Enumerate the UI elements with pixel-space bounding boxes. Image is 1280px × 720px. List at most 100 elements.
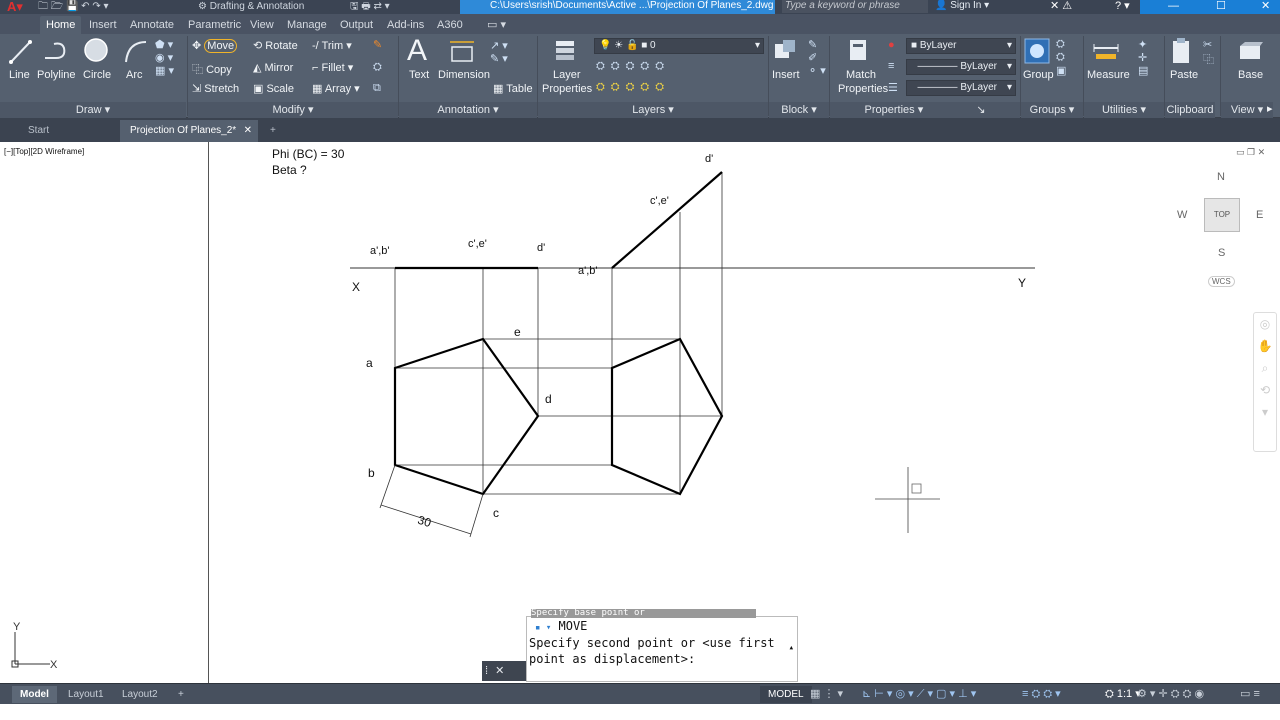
- search-input[interactable]: Type a keyword or phrase: [782, 0, 928, 13]
- tab-model[interactable]: Model: [12, 686, 57, 703]
- viewcube-top-face[interactable]: TOP: [1204, 198, 1240, 232]
- block-panel-title[interactable]: Block ▾: [769, 102, 829, 118]
- quick-access-toolbar[interactable]: 🗀 🗁 💾 ↶ ↷ ▾: [38, 0, 109, 14]
- fillet-button[interactable]: ⌐ Fillet ▾: [312, 61, 353, 74]
- exchange-icon[interactable]: ✕ ⚠: [1050, 0, 1072, 14]
- group-icon[interactable]: [1023, 37, 1051, 65]
- tab-drawing[interactable]: Projection Of Planes_2* ✕: [120, 120, 258, 142]
- tab-home[interactable]: Home: [40, 16, 82, 34]
- circle-button[interactable]: Circle: [83, 69, 111, 81]
- utilities-panel-title[interactable]: Utilities ▾: [1084, 102, 1164, 118]
- linetype-dropdown[interactable]: ———— ByLayer ▾: [906, 59, 1016, 75]
- layers-panel-title[interactable]: Layers ▾: [538, 102, 768, 118]
- utility-tools-icons[interactable]: ✦ ✛ ▤: [1138, 38, 1148, 77]
- line-icon[interactable]: [8, 38, 32, 66]
- insert-button[interactable]: Insert: [772, 69, 800, 81]
- viewcube-west[interactable]: W: [1177, 209, 1187, 221]
- layer-properties-icon[interactable]: [553, 37, 579, 65]
- tab-a360[interactable]: A360: [437, 16, 463, 34]
- polyline-button[interactable]: Polyline: [37, 69, 76, 81]
- tab-layout1[interactable]: Layout1: [60, 686, 112, 703]
- offset-icon[interactable]: ⧉: [373, 82, 381, 95]
- drawing-canvas[interactable]: [−][Top][2D Wireframe] Y X ▭ ❐ ✕ Phi (BC…: [0, 142, 1280, 683]
- color-dropdown[interactable]: ■ ByLayer ▾: [906, 38, 1016, 54]
- close-command-icon[interactable]: ✕: [495, 665, 504, 677]
- base-view-icon[interactable]: [1237, 40, 1263, 62]
- insert-block-icon[interactable]: [772, 38, 800, 66]
- text-icon[interactable]: A: [407, 34, 427, 68]
- quick-access-extra[interactable]: 🖫 🖶 ⇄ ▾: [350, 0, 390, 14]
- clipboard-tools-icons[interactable]: ✂ ⿻: [1203, 38, 1214, 67]
- command-expand-icon[interactable]: ▴: [789, 643, 794, 653]
- measure-button[interactable]: Measure: [1087, 69, 1130, 81]
- base-button[interactable]: Base: [1238, 69, 1263, 81]
- table-button[interactable]: ▦ Table: [493, 82, 533, 95]
- sign-in-button[interactable]: 👤 Sign In ▾: [935, 0, 989, 14]
- maximize-icon[interactable]: ☐: [1216, 0, 1226, 14]
- dimension-button[interactable]: Dimension: [438, 69, 490, 81]
- close-tab-icon[interactable]: ✕: [244, 120, 252, 142]
- arc-button[interactable]: Arc: [126, 69, 143, 81]
- layer-dropdown[interactable]: 💡 ☀ 🔓 ■ 0 ▾: [594, 38, 764, 54]
- ribbon-options-icon[interactable]: ▭ ▾: [487, 16, 506, 34]
- leader-icon[interactable]: ↗ ▾ ✎ ▾: [490, 39, 508, 65]
- layer-properties-button[interactable]: Layer: [553, 69, 581, 81]
- customize-status-icon[interactable]: ▭ ≡: [1240, 687, 1260, 700]
- ribbon-scroll-icon[interactable]: ▸: [1267, 102, 1273, 115]
- viewcube-south[interactable]: S: [1218, 247, 1225, 259]
- annotation-panel-title[interactable]: Annotation ▾: [399, 102, 537, 118]
- annotation-scale[interactable]: ⛭ 1:1 ▾: [1105, 687, 1141, 701]
- group-button[interactable]: Group: [1023, 69, 1054, 81]
- clipboard-panel-title[interactable]: Clipboard: [1165, 102, 1215, 118]
- group-tools-icons[interactable]: ⛭ ⛭ ▣: [1056, 38, 1066, 77]
- tab-addins[interactable]: Add-ins: [387, 16, 424, 34]
- tab-manage[interactable]: Manage: [287, 16, 327, 34]
- block-tools-icons[interactable]: ✎ ✐ ⚬ ▾: [808, 38, 826, 77]
- tab-insert[interactable]: Insert: [89, 16, 117, 34]
- layer-tools-icons[interactable]: ⛭⛭⛭⛭⛭: [596, 60, 670, 73]
- copy-button[interactable]: ⿻ Copy: [192, 61, 232, 77]
- measure-icon[interactable]: [1092, 40, 1120, 62]
- lineweight-dropdown[interactable]: ———— ByLayer ▾: [906, 80, 1016, 96]
- circle-icon[interactable]: [83, 37, 111, 65]
- autocad-logo-icon[interactable]: A▾: [0, 0, 30, 14]
- command-line[interactable]: Specify base point or ▪ ▾ MOVE Specify s…: [526, 609, 798, 682]
- draw-panel-title[interactable]: Draw ▾: [0, 102, 186, 118]
- rotate-button[interactable]: ⟲ Rotate: [253, 39, 298, 52]
- layer-tools-icons-2[interactable]: ⛭⛭⛭⛭⛭: [596, 81, 670, 94]
- tab-output[interactable]: Output: [340, 16, 373, 34]
- match-properties-button[interactable]: Match: [846, 69, 876, 81]
- properties-panel-title[interactable]: Properties ▾ ↘: [830, 102, 1020, 118]
- mirror-button[interactable]: ◭ Mirror: [253, 61, 293, 74]
- tab-layout2[interactable]: Layout2: [114, 686, 166, 703]
- arc-icon[interactable]: [122, 38, 150, 66]
- groups-panel-title[interactable]: Groups ▾: [1021, 102, 1083, 118]
- paste-button[interactable]: Paste: [1170, 69, 1198, 81]
- paste-icon[interactable]: [1170, 37, 1194, 65]
- model-space-button[interactable]: MODEL: [760, 686, 812, 703]
- stretch-button[interactable]: ⇲ Stretch: [192, 82, 239, 95]
- close-icon[interactable]: ✕: [1261, 0, 1270, 14]
- tab-view[interactable]: View: [250, 16, 274, 34]
- workspace-selector[interactable]: ⚙ Drafting & Annotation: [198, 0, 304, 14]
- tab-start[interactable]: Start: [18, 120, 118, 142]
- draw-extra-icons[interactable]: ⬟ ▾ ◉ ▾ ▦ ▾: [155, 38, 174, 77]
- new-layout-button[interactable]: +: [170, 686, 192, 703]
- move-button[interactable]: ✥ Move: [192, 39, 238, 53]
- snap-icons[interactable]: ⊾ ⊢ ▾ ◎ ▾ ⟋ ▾ ▢ ▾ ⊥ ▾: [862, 687, 976, 701]
- explode-icon[interactable]: ⛭: [373, 61, 382, 74]
- array-button[interactable]: ▦ Array ▾: [312, 82, 360, 95]
- line-button[interactable]: Line: [9, 69, 30, 81]
- grid-icon[interactable]: ▦ ⋮ ▾: [810, 687, 843, 700]
- viewcube-east[interactable]: E: [1256, 209, 1263, 221]
- trim-button[interactable]: -/ Trim ▾: [312, 39, 352, 52]
- view-panel-title[interactable]: View ▾: [1221, 102, 1273, 118]
- tab-parametric[interactable]: Parametric: [188, 16, 241, 34]
- match-properties-icon[interactable]: [847, 37, 871, 65]
- polyline-icon[interactable]: [42, 38, 70, 66]
- dimension-icon[interactable]: [448, 39, 476, 63]
- viewcube-north[interactable]: N: [1217, 171, 1225, 183]
- drag-handle-icon[interactable]: ⁞: [485, 665, 488, 677]
- scale-button[interactable]: ▣ Scale: [253, 82, 294, 95]
- workspace-gear-icon[interactable]: ⚙ ▾ ✛ ⛭ ⛭ ◉: [1137, 687, 1204, 701]
